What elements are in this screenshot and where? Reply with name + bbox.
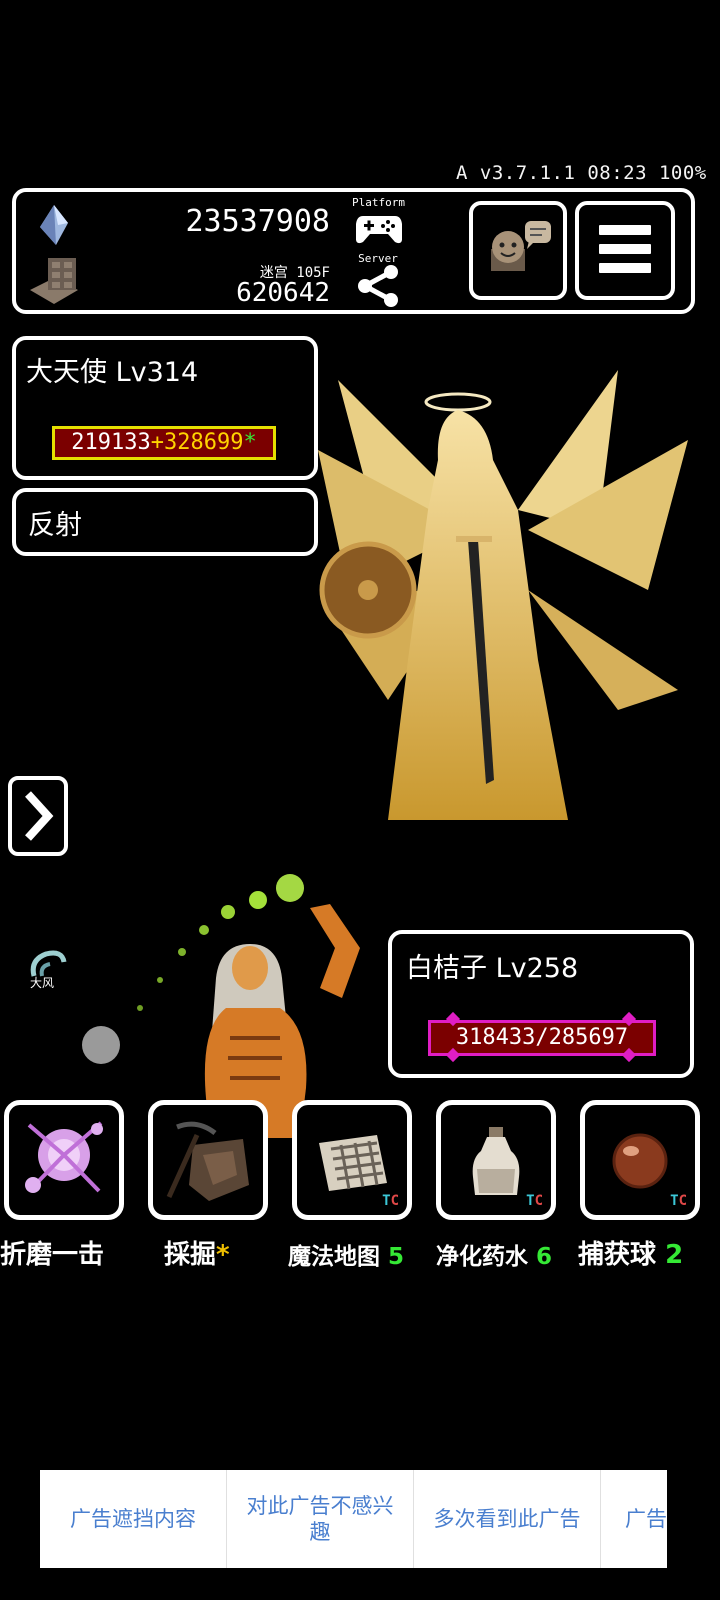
tc-badge: TC	[670, 1193, 687, 1209]
player-name: 白桔子 Lv258	[406, 953, 579, 984]
item-slot-torment-strike[interactable]	[4, 1100, 124, 1220]
player-character-sprite[interactable]	[130, 868, 380, 1138]
pickaxe-ore-icon	[166, 1121, 249, 1201]
share-icon[interactable]	[355, 264, 401, 308]
ad-feedback-bar: 广告遮挡内容 对此广告不感兴趣 多次看到此广告 广告	[40, 1470, 667, 1568]
ad-option-not-interested[interactable]: 对此广告不感兴趣	[227, 1470, 414, 1568]
enemy-hp-star: *	[243, 430, 257, 455]
item-label: 採掘*	[164, 1240, 230, 1270]
dungeon-floor-icon	[30, 258, 78, 304]
magic-orb-icon	[25, 1121, 103, 1193]
item-label: 魔法地图 5	[288, 1244, 405, 1270]
menu-button[interactable]	[575, 201, 675, 300]
grey-orb	[82, 1026, 120, 1064]
floor-count: 620642	[236, 278, 330, 308]
tc-badge: TC	[382, 1193, 399, 1209]
item-slot-purify-potion[interactable]: TC	[436, 1100, 556, 1220]
next-arrow-button[interactable]	[8, 776, 68, 856]
gamepad-icon[interactable]	[355, 210, 403, 246]
enemy-hp-base: 219133	[71, 430, 151, 455]
item-slot-magic-map[interactable]: TC	[292, 1100, 412, 1220]
status-bar-text: A v3.7.1.1 08:23 100%	[456, 162, 707, 184]
tc-badge: TC	[526, 1193, 543, 1209]
gem-count: 23537908	[185, 204, 331, 239]
enemy-hp-bar: 219133+328699*	[52, 426, 276, 460]
ad-option-blocks-content[interactable]: 广告遮挡内容	[40, 1470, 227, 1568]
item-label: 捕获球 2	[578, 1240, 684, 1270]
item-slot-capture-ball[interactable]: TC	[580, 1100, 700, 1220]
chat-icon	[491, 221, 551, 271]
player-hp-bar: 318433/285697	[428, 1020, 656, 1056]
enemy-hp-bonus: +328699	[150, 430, 244, 455]
wind-status-label: 大风	[30, 976, 55, 990]
chat-button[interactable]	[469, 201, 567, 300]
enemy-name: 大天使 Lv314	[26, 357, 199, 388]
archangel-enemy-sprite[interactable]	[318, 360, 698, 830]
item-label: 净化药水 6	[436, 1244, 553, 1270]
ad-option-seen-too-often[interactable]: 多次看到此广告	[414, 1470, 601, 1568]
item-label: 折磨一击	[0, 1240, 105, 1270]
item-slot-mining[interactable]	[148, 1100, 268, 1220]
platform-label: Platform	[352, 196, 405, 209]
crystal-icon	[40, 205, 68, 245]
enemy-skill-name: 反射	[28, 510, 82, 541]
ad-option-more[interactable]: 广告	[601, 1470, 667, 1568]
